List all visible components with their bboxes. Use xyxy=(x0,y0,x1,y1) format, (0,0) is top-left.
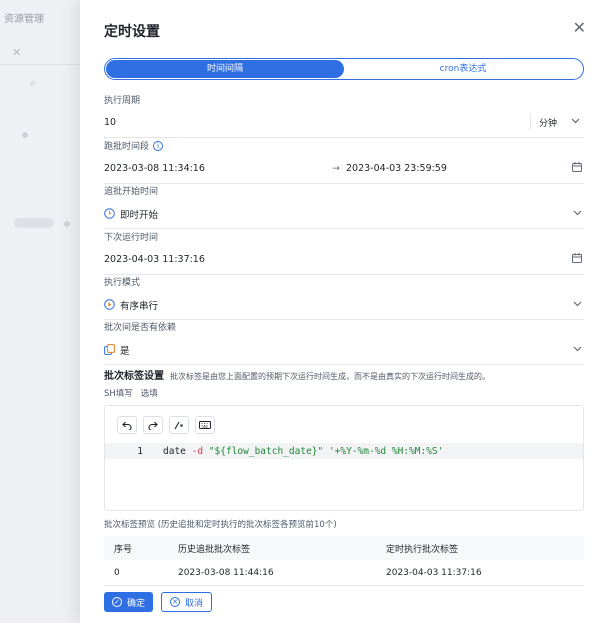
cycle-input[interactable]: 10 分钟 xyxy=(104,114,584,138)
cycle-field: 执行周期 10 分钟 xyxy=(104,93,584,138)
preview-label: 批次标签预览 (历史追批和定时执行的批次标签各预览前10个) xyxy=(104,520,337,530)
table-header: 序号 历史追批批次标签 定时执行批次标签 xyxy=(104,536,584,560)
background-app: 资源管理 ✕ ⌕ xyxy=(0,0,80,623)
next-run-value: 2023-04-03 11:37:16 xyxy=(104,254,205,265)
batch-range-field: 跑批时间段 i 2023-03-08 11:34:16 → 2023-04-03… xyxy=(104,139,584,184)
catchup-start-select[interactable]: 即时开始 xyxy=(104,205,584,229)
dependency-select[interactable]: 是 xyxy=(104,341,584,365)
keyboard-icon[interactable] xyxy=(195,416,215,434)
next-run-field: 下次运行时间 2023-04-03 11:37:16 xyxy=(104,230,584,275)
confirm-button[interactable]: ✓ 确定 xyxy=(104,592,154,612)
table-row: 0 2023-03-08 11:44:16 2023-04-03 11:37:1… xyxy=(104,560,584,586)
cycle-value: 10 xyxy=(104,117,117,128)
play-circle-icon xyxy=(104,299,115,310)
editor-toolbar xyxy=(117,416,215,434)
cell-index: 0 xyxy=(114,567,120,578)
schedule-settings-drawer: 定时设置 ✕ 时间间隔 cron表达式 执行周期 10 分钟 跑批时间段 i 2… xyxy=(80,0,610,623)
catchup-start-label: 追批开始时间 xyxy=(104,187,159,197)
batch-range-label-row: 跑批时间段 i xyxy=(104,139,584,152)
check-circle-icon: ✓ xyxy=(112,597,122,607)
code-editor[interactable]: 1 date -d "${flow_batch_date}" '+%Y-%m-%… xyxy=(104,405,584,511)
preview-table: 序号 历史追批批次标签 定时执行批次标签 0 2023-03-08 11:44:… xyxy=(104,536,584,586)
cycle-label: 执行周期 xyxy=(104,96,141,106)
code-line[interactable]: 1 date -d "${flow_batch_date}" '+%Y-%m-%… xyxy=(105,443,583,459)
chevron-down-icon xyxy=(573,208,582,219)
catchup-start-field: 追批开始时间 即时开始 xyxy=(104,184,584,229)
cell-history-tag: 2023-03-08 11:44:16 xyxy=(178,567,274,578)
exec-mode-label: 执行模式 xyxy=(104,278,141,288)
cancel-label: 取消 xyxy=(185,598,204,609)
drawer-footer: ✓ 确定 ✕ 取消 xyxy=(104,592,213,612)
bg-close-icon: ✕ xyxy=(12,46,22,59)
col-scheduled-tag: 定时执行批次标签 xyxy=(386,544,459,555)
cycle-unit-value: 分钟 xyxy=(539,118,558,129)
chevron-down-icon xyxy=(571,117,580,127)
range-start: 2023-03-08 11:34:16 xyxy=(104,163,205,174)
dependency-value: 是 xyxy=(120,345,130,357)
next-run-picker[interactable]: 2023-04-03 11:37:16 xyxy=(104,251,584,275)
batch-range-label: 跑批时间段 xyxy=(104,142,150,152)
calendar-icon[interactable] xyxy=(572,253,582,266)
catchup-start-value: 即时开始 xyxy=(120,209,159,221)
tab-sh-fill[interactable]: SH填写 xyxy=(104,387,133,399)
bg-divider xyxy=(0,64,80,65)
redo-icon[interactable] xyxy=(143,416,163,434)
bg-search-icon: ⌕ xyxy=(30,76,37,89)
range-arrow-icon: → xyxy=(332,163,340,174)
cycle-unit-select[interactable]: 分钟 xyxy=(530,114,584,130)
chevron-down-icon xyxy=(573,344,582,355)
batch-tag-description: 批次标签是由您上面配置的预期下次运行时间生成，而不是由真实的下次运行时间生成的。 xyxy=(170,372,490,381)
bg-flow-node xyxy=(14,218,54,228)
tab-optional[interactable]: 选填 xyxy=(141,387,158,399)
col-index: 序号 xyxy=(114,544,133,555)
cell-scheduled-tag: 2023-04-03 11:37:16 xyxy=(386,567,482,578)
exec-mode-value: 有序串行 xyxy=(120,300,159,312)
comment-icon[interactable] xyxy=(169,416,189,434)
batch-tag-heading: 批次标签设置 xyxy=(104,371,164,382)
undo-icon[interactable] xyxy=(117,416,137,434)
exec-mode-field: 执行模式 有序串行 xyxy=(104,275,584,320)
range-end: 2023-04-03 23:59:59 xyxy=(346,163,447,174)
bg-flow-dot xyxy=(64,221,70,227)
code-arg-format: '+%Y-%m-%d %H:%M:%S' xyxy=(328,445,444,457)
confirm-label: 确定 xyxy=(127,598,146,609)
bg-flow-dot xyxy=(22,132,28,138)
batch-range-picker[interactable]: 2023-03-08 11:34:16 → 2023-04-03 23:59:5… xyxy=(104,160,584,184)
dependency-label: 批次间是否有依赖 xyxy=(104,323,177,333)
clock-icon xyxy=(104,208,115,219)
close-icon[interactable]: ✕ xyxy=(573,20,586,36)
batch-tag-section-header: 批次标签设置 批次标签是由您上面配置的预期下次运行时间生成，而不是由真实的下次运… xyxy=(104,367,490,382)
code-flag: -d xyxy=(191,445,204,457)
code-arg-date: "${flow_batch_date}" xyxy=(208,445,324,457)
batch-tag-subtabs: SH填写 选填 xyxy=(104,387,158,399)
chevron-down-icon xyxy=(573,299,582,310)
line-number: 1 xyxy=(137,445,143,457)
copy-icon xyxy=(104,344,115,355)
tab-cron[interactable]: cron表达式 xyxy=(344,60,582,78)
code-command: date xyxy=(163,445,186,457)
exec-mode-select[interactable]: 有序串行 xyxy=(104,296,584,320)
col-history-tag: 历史追批批次标签 xyxy=(178,544,251,555)
tab-interval[interactable]: 时间间隔 xyxy=(106,60,344,78)
calendar-icon[interactable] xyxy=(572,162,582,175)
dependency-field: 批次间是否有依赖 是 xyxy=(104,320,584,365)
cancel-button[interactable]: ✕ 取消 xyxy=(161,592,213,612)
bg-tab-label: 资源管理 xyxy=(4,14,44,25)
next-run-label: 下次运行时间 xyxy=(104,233,159,243)
drawer-title: 定时设置 xyxy=(104,24,160,40)
info-icon[interactable]: i xyxy=(153,140,164,151)
close-circle-icon: ✕ xyxy=(170,597,181,607)
mode-switch: 时间间隔 cron表达式 xyxy=(104,58,584,80)
